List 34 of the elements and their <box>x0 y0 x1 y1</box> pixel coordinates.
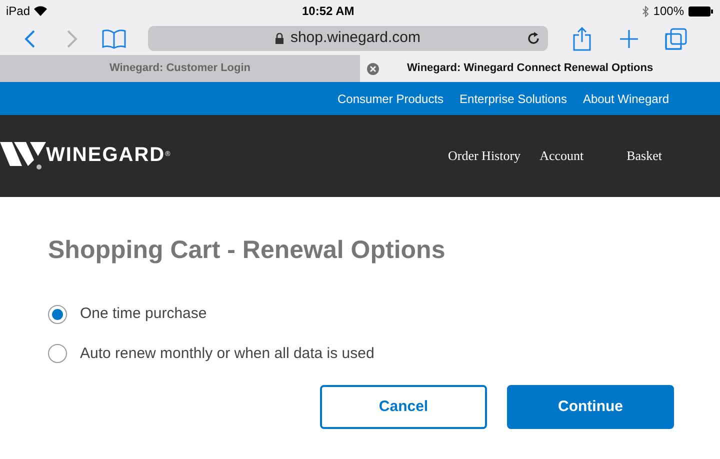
bookmarks-icon[interactable] <box>102 28 126 48</box>
nav-link[interactable]: Enterprise Solutions <box>460 90 567 108</box>
header-link[interactable]: Order History <box>448 146 521 166</box>
logo-icon <box>0 142 46 170</box>
continue-button[interactable]: Continue <box>507 385 674 429</box>
lock-icon <box>275 33 284 44</box>
page-title: Shopping Cart - Renewal Options <box>48 235 446 265</box>
option-label: One time purchase <box>80 304 207 324</box>
battery-icon <box>688 6 714 16</box>
header-link[interactable]: Account <box>540 146 584 166</box>
close-icon[interactable] <box>367 62 379 74</box>
address-bar[interactable]: shop.winegard.com <box>148 26 548 51</box>
device-label: iPad <box>6 3 30 20</box>
browser-tab[interactable]: Winegard: Winegard Connect Renewal Options <box>360 55 720 82</box>
clock: 10:52 AM <box>302 3 354 20</box>
reload-icon[interactable] <box>527 32 540 45</box>
battery-level: 100% <box>653 3 684 20</box>
radio-button[interactable] <box>48 304 67 324</box>
browser-tab[interactable]: Winegard: Customer Login <box>0 55 360 82</box>
bluetooth-icon <box>642 6 650 16</box>
new-tab-icon[interactable] <box>619 28 639 48</box>
nav-link[interactable]: About Winegard <box>582 90 669 108</box>
back-icon[interactable] <box>24 30 36 48</box>
tabs-icon[interactable] <box>665 28 687 50</box>
logo-text: WINEGARD <box>46 145 166 165</box>
radio-button[interactable] <box>48 344 67 364</box>
forward-icon[interactable] <box>66 30 78 48</box>
share-icon[interactable] <box>573 26 591 50</box>
nav-link[interactable]: Consumer Products <box>338 90 444 108</box>
url-text: shop.winegard.com <box>290 28 421 48</box>
wifi-icon <box>34 6 48 16</box>
option-label: Auto renew monthly or when all data is used <box>80 344 374 364</box>
cancel-button[interactable]: Cancel <box>320 385 487 429</box>
header-link[interactable]: Basket <box>626 146 662 166</box>
